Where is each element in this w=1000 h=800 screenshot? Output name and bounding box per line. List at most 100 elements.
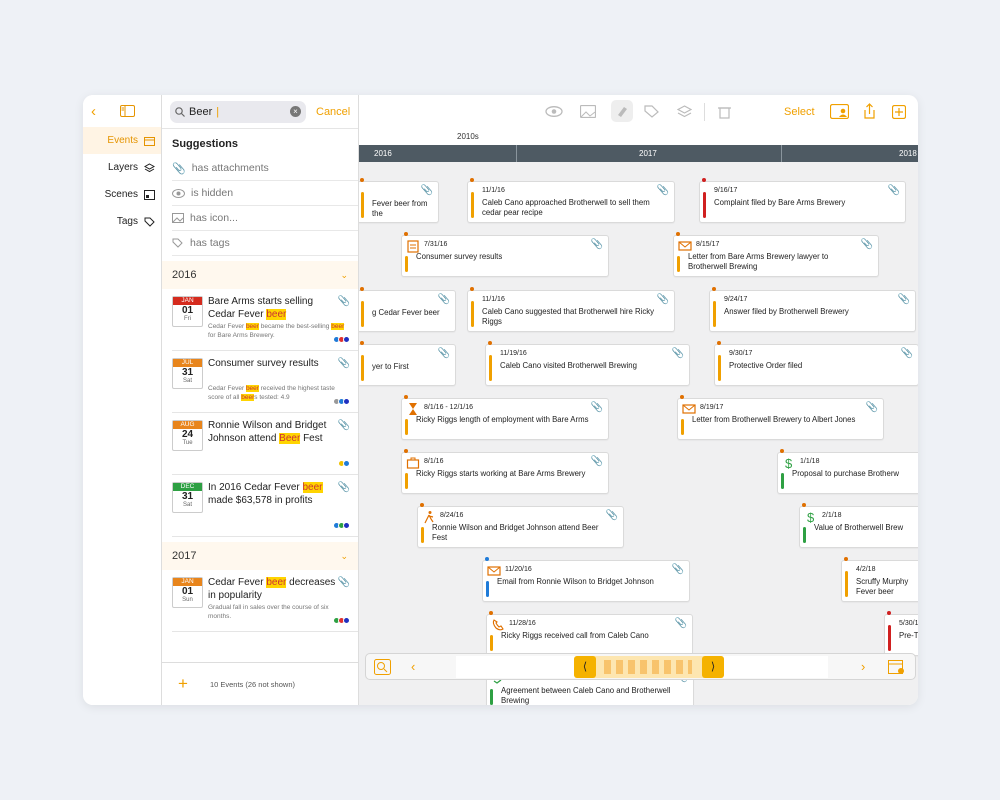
event-card[interactable]: 8/1/16 - 12/1/16 Ricky Riggs length of em…: [401, 395, 609, 440]
overview-strip[interactable]: ⟨ ⟩: [456, 656, 828, 678]
nav-prev-button[interactable]: ‹: [411, 659, 415, 674]
card-title: Letter from Bare Arms Brewery lawyer to …: [688, 252, 829, 271]
paperclip-icon: 📎: [590, 402, 603, 413]
event-subtitle: Cedar Fever beer became the best-selling…: [208, 323, 348, 340]
event-card[interactable]: 9/30/17 Protective Order filed 📎: [714, 341, 918, 386]
calendar-settings-icon[interactable]: [888, 659, 905, 675]
paperclip-icon: 📎: [337, 296, 350, 307]
nav-next-button[interactable]: ›: [861, 659, 865, 674]
paperclip-icon: 📎: [865, 402, 878, 413]
chevron-down-icon[interactable]: ⌄: [340, 551, 348, 562]
event-card[interactable]: 11/1/16 Caleb Cano approached Brotherwell…: [467, 178, 675, 223]
card-title: Value of Brotherwell Brew: [814, 523, 904, 532]
back-chevron-icon[interactable]: ‹: [91, 103, 96, 120]
cancel-button[interactable]: Cancel: [316, 106, 350, 118]
add-event-button[interactable]: +: [178, 674, 188, 694]
share-icon[interactable]: [863, 103, 876, 120]
suggestion-attachments[interactable]: 📎 has attachments: [172, 156, 358, 181]
sidebar-toggle-icon[interactable]: [120, 105, 135, 117]
list-item[interactable]: JAN 01 Fri Bare Arms starts selling Cedar F…: [172, 289, 358, 351]
event-card[interactable]: yer to First 📎: [359, 341, 456, 386]
event-card[interactable]: 8/15/17 Letter from Bare Arms Brewery law…: [673, 232, 879, 277]
tag-dot: [343, 460, 350, 467]
card-date: 8/15/17: [696, 241, 720, 248]
rail-item-events[interactable]: Events: [83, 127, 161, 154]
card-color-bar: [361, 301, 364, 327]
rail-label: Layers: [107, 162, 138, 173]
list-item[interactable]: JUL 31 Sat Consumer survey results Cedar Fev…: [172, 351, 358, 413]
add-icon[interactable]: [892, 105, 906, 119]
card-title: Ricky Riggs length of employment with Ba…: [416, 415, 589, 424]
year-section-header[interactable]: 2017 ⌄: [162, 542, 358, 570]
suggestion-tags[interactable]: has tags: [172, 231, 358, 256]
range-handle-right[interactable]: ⟩: [702, 656, 724, 678]
format-button[interactable]: [611, 100, 633, 122]
event-card[interactable]: 5/30/1Pre-T📎: [884, 611, 918, 656]
overview-selection[interactable]: ⟨ ⟩: [574, 656, 724, 678]
list-item[interactable]: DEC 31 Sat In 2016 Cedar Fever beer made $6…: [172, 475, 358, 537]
card-date: 11/1/16: [482, 296, 505, 303]
title-part: In 2016 Cedar Fever: [208, 482, 303, 493]
card-color-bar: [405, 256, 408, 272]
year-section-header[interactable]: 2016 ⌄: [162, 261, 358, 289]
event-card[interactable]: Fever beer from the 📎: [359, 178, 439, 223]
event-card[interactable]: 11/1/16 Caleb Cano suggested that Brother…: [467, 287, 675, 332]
event-card[interactable]: 4/2/18Scruffy Murphy Fever beer📎: [841, 557, 918, 602]
paperclip-icon: 📎: [860, 239, 873, 250]
event-card[interactable]: 9/24/17 Answer filed by Brotherwell Brewe…: [709, 287, 916, 332]
layers-icon[interactable]: [677, 105, 692, 118]
svg-text:$: $: [785, 456, 793, 470]
tag-dots: [333, 336, 350, 343]
card-color-bar: [489, 355, 492, 381]
card-color-bar: [845, 571, 848, 597]
event-card[interactable]: 9/16/17 Complaint filed by Bare Arms Brew…: [699, 178, 906, 223]
event-card[interactable]: 8/1/16 Ricky Riggs starts working at Bare…: [401, 449, 609, 494]
timeline-view: Select 2010s 2016 2017 2018 Fever beer f…: [359, 95, 918, 705]
subtitle-part: became the best-selling: [258, 323, 332, 330]
card-color-bar: [490, 635, 493, 651]
tag-dots: [333, 617, 350, 624]
event-card[interactable]: 7/31/16 Consumer survey results 📎: [401, 232, 609, 277]
trash-icon[interactable]: [718, 105, 731, 119]
clear-search-icon[interactable]: ×: [290, 105, 301, 117]
day: 31: [181, 491, 194, 502]
card-pin: [717, 341, 721, 345]
tag-dots: [333, 522, 350, 529]
eye-icon[interactable]: [545, 106, 563, 117]
paperclip-icon: 📎: [671, 564, 684, 575]
card-title: Consumer survey results: [416, 252, 503, 261]
timeline-navigator: ‹ ⟨ ⟩ ›: [365, 653, 916, 680]
event-card[interactable]: $1/1/18Proposal to purchase Brotherw📎: [777, 449, 918, 494]
search-input[interactable]: Beer | ×: [170, 100, 306, 123]
suggestion-icon[interactable]: has icon...: [172, 206, 358, 231]
share-person-icon[interactable]: [830, 104, 849, 119]
zoom-to-fit-icon[interactable]: [374, 659, 391, 675]
rail-item-scenes[interactable]: Scenes: [83, 181, 161, 208]
year-label: 2017: [516, 145, 781, 162]
event-card[interactable]: $2/1/18Value of Brotherwell Brew📎: [799, 503, 918, 548]
image-icon[interactable]: [580, 105, 596, 118]
event-card[interactable]: 11/20/16 Email from Ronnie Wilson to Brid…: [482, 557, 690, 602]
paperclip-icon: 📎: [900, 348, 913, 359]
chevron-down-icon[interactable]: ⌄: [340, 270, 348, 281]
rail-item-layers[interactable]: Layers: [83, 154, 161, 181]
card-color-bar: [361, 192, 364, 218]
event-card[interactable]: 11/28/16 Ricky Riggs received call from C…: [486, 611, 693, 656]
select-button[interactable]: Select: [784, 106, 815, 118]
event-card[interactable]: 8/24/16 Ronnie Wilson and Bridget Johnson…: [417, 503, 624, 548]
card-color-bar: [718, 355, 721, 381]
card-pin: [712, 287, 716, 291]
event-card[interactable]: 8/19/17 Letter from Brotherwell Brewery t…: [677, 395, 884, 440]
range-handle-left[interactable]: ⟨: [574, 656, 596, 678]
event-title: Bare Arms starts selling Cedar Fever bee…: [208, 296, 343, 321]
card-date: 7/31/16: [424, 241, 448, 248]
event-card[interactable]: g Cedar Fever beer 📎: [359, 287, 456, 332]
tag-icon[interactable]: [644, 105, 659, 118]
suggestion-hidden[interactable]: is hidden: [172, 181, 358, 206]
rail-item-tags[interactable]: Tags: [83, 208, 161, 235]
day: 01: [181, 586, 194, 597]
tag-dot: [343, 398, 350, 405]
list-item[interactable]: AUG 24 Tue Ronnie Wilson and Bridget Johnso…: [172, 413, 358, 475]
event-card[interactable]: 11/19/16 Caleb Cano visited Brotherwell B…: [485, 341, 690, 386]
list-item[interactable]: JAN 01 Sun Cedar Fever beer decreases in po…: [172, 570, 358, 632]
